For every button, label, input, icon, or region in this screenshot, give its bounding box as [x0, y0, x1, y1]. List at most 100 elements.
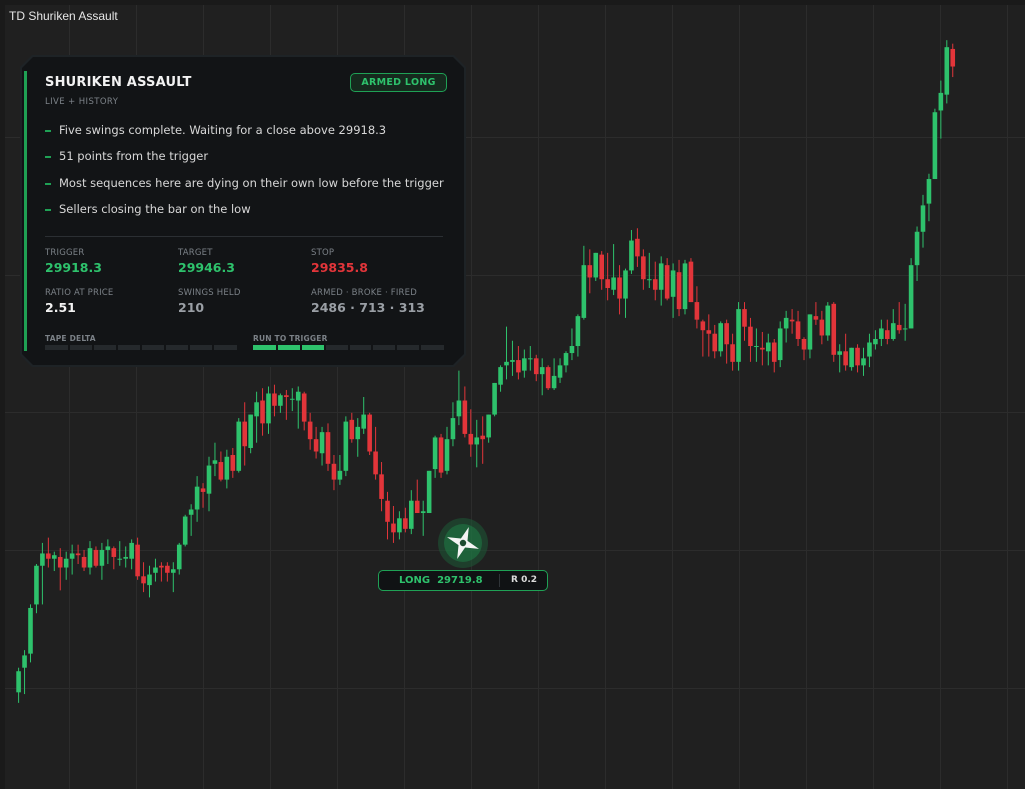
note-item: Five swings complete. Waiting for a clos…	[45, 123, 444, 149]
note-item: Sellers closing the bar on the low	[45, 202, 444, 228]
strategy-panel: SHURIKEN ASSAULT LIVE + HISTORY ARMED LO…	[20, 55, 466, 367]
candle-body	[456, 400, 462, 417]
candle-body	[331, 463, 337, 480]
candle-body	[248, 414, 253, 448]
trade-entry-tag[interactable]: LONG 29719.8 R 0.2	[378, 570, 548, 591]
candle-body	[385, 500, 390, 522]
candle-body	[153, 567, 158, 573]
candle-body	[295, 391, 301, 401]
candle-body	[480, 435, 485, 440]
candle-body	[748, 326, 753, 347]
candle-body	[397, 518, 402, 533]
candle-body	[849, 347, 854, 368]
tape-delta-label: TAPE DELTA	[45, 334, 96, 343]
bar-segment-gap	[348, 345, 350, 350]
stat-label: STOP	[311, 248, 335, 258]
panel-divider	[45, 236, 443, 237]
candle-body	[712, 333, 718, 352]
candle-body	[361, 414, 366, 429]
candle-body	[647, 279, 652, 281]
candle-body	[813, 316, 819, 320]
candle-body	[730, 344, 735, 362]
candle-body	[885, 330, 890, 339]
candle-body	[266, 393, 271, 424]
candle-body	[777, 328, 783, 361]
candle-body	[855, 347, 860, 366]
candle-body	[641, 256, 646, 280]
candle-body	[117, 558, 123, 560]
candle-body	[700, 321, 706, 331]
candle-body	[742, 309, 747, 327]
shuriken-icon[interactable]	[437, 517, 489, 569]
candle-body	[176, 544, 182, 570]
candle-body	[861, 358, 866, 366]
candle-body	[569, 346, 575, 354]
candle-body	[617, 277, 622, 299]
note-item: Most sequences here are dying on their o…	[45, 176, 444, 202]
candle-body	[188, 509, 194, 515]
candle-body	[528, 358, 533, 360]
run-to-trigger-fill	[253, 345, 325, 350]
stat-label: RATIO AT PRICE	[45, 288, 114, 298]
stat-value: 210	[178, 300, 205, 315]
stat-ratio: RATIO AT PRICE 2.51	[45, 288, 114, 315]
candle-body	[944, 47, 950, 95]
candle-body	[93, 549, 99, 566]
stat-swings: SWINGS HELD 210	[178, 288, 241, 315]
candle-body	[218, 462, 224, 480]
stat-value: 29946.3	[178, 260, 235, 275]
candle-body	[920, 205, 926, 232]
stat-label: TRIGGER	[45, 248, 85, 258]
candle-body	[896, 324, 902, 331]
window-top-edge	[0, 0, 1025, 5]
bar-segment-gap	[212, 345, 214, 350]
candle-body	[754, 346, 759, 348]
candle-body	[278, 395, 283, 406]
candle-body	[75, 553, 81, 556]
window-title: TD Shuriken Assault	[9, 9, 118, 23]
candle-body	[391, 523, 396, 533]
bar-segment-gap	[68, 345, 70, 350]
candle-body	[242, 421, 247, 447]
candle-body	[658, 263, 664, 290]
dash-icon	[45, 130, 51, 132]
candle-body	[87, 548, 93, 568]
candle-body	[611, 277, 616, 290]
bar-segment-gap	[164, 345, 166, 350]
candle-body	[63, 558, 69, 568]
candle-body	[718, 323, 723, 352]
candle-body	[159, 565, 164, 568]
candle-body	[664, 265, 670, 299]
candle-body	[629, 240, 634, 271]
candle-body	[182, 516, 188, 545]
candle-body	[771, 342, 777, 362]
candle-body	[111, 548, 117, 557]
candle-body	[492, 382, 497, 415]
candle-body	[438, 437, 444, 473]
candle-body	[301, 393, 307, 422]
candle-body	[34, 565, 39, 605]
candle-body	[432, 437, 438, 470]
candle-body	[635, 238, 640, 257]
run-to-trigger-bar	[253, 345, 444, 350]
run-to-trigger-label: RUN TO TRIGGER	[253, 334, 328, 343]
candle-body	[135, 544, 140, 577]
candle-body	[325, 432, 331, 464]
candle-body	[766, 342, 771, 352]
candle-body	[468, 433, 474, 445]
candle-body	[224, 456, 230, 480]
candle-body	[688, 261, 694, 303]
note-item: 51 points from the trigger	[45, 149, 444, 175]
candle-body	[16, 671, 21, 693]
candle-body	[902, 328, 908, 330]
trade-price: 29719.8	[437, 575, 483, 586]
trade-tag-divider	[499, 574, 500, 587]
candle-body	[510, 360, 515, 362]
tape-delta-bar	[45, 345, 237, 350]
candle-body	[522, 358, 527, 371]
candle-body	[373, 451, 378, 475]
trade-side-price: LONG 29719.8	[399, 575, 483, 586]
candle-body	[807, 314, 813, 350]
candle-body	[760, 347, 765, 350]
note-text: 51 points from the trigger	[59, 149, 209, 164]
